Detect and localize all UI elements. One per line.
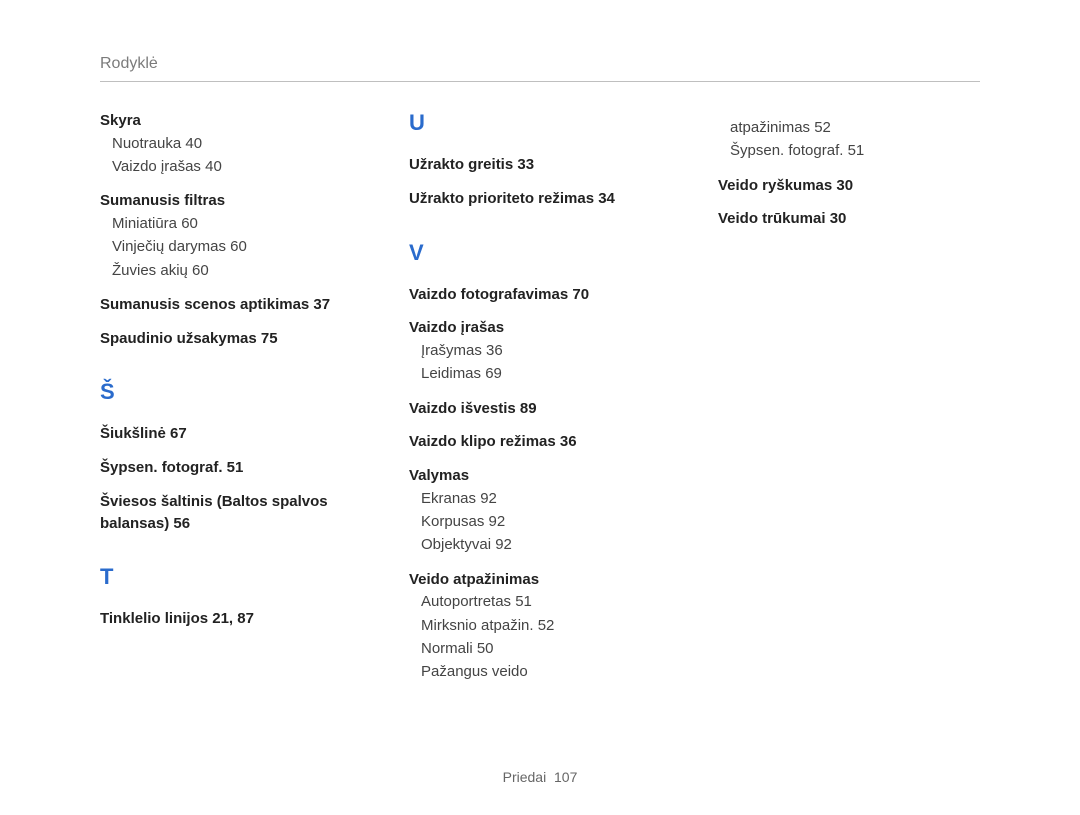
- entry-tinklelio: Tinklelio linijos 21, 87: [100, 608, 355, 630]
- entry-veido-ryskumas: Veido ryškumas 30: [718, 175, 973, 197]
- entry-vaizdo-isvestis: Vaizdo išvestis 89: [409, 398, 664, 420]
- section-letter-t: T: [100, 564, 355, 590]
- section-letter-v: V: [409, 240, 664, 266]
- index-columns: Skyra Nuotrauka 40 Vaizdo įrašas 40 Suma…: [100, 110, 980, 695]
- entry-head: Užrakto prioriteto režimas 34: [409, 188, 664, 210]
- entry-sub: Nuotrauka 40: [112, 132, 355, 155]
- entry-head: Veido ryškumas 30: [718, 175, 973, 197]
- entry-sypsen: Šypsen. fotograf. 51: [100, 457, 355, 479]
- entry-sviesos: Šviesos šaltinis (Baltos spalvos balansa…: [100, 491, 355, 535]
- page-header: Rodyklė: [100, 55, 980, 82]
- entry-sub: Įrašymas 36: [421, 339, 664, 362]
- entry-siuksline: Šiukšlinė 67: [100, 423, 355, 445]
- entry-sub: Šypsen. fotograf. 51: [730, 139, 973, 162]
- entry-sub: Pažangus veido: [421, 660, 664, 683]
- entry-head: Sumanusis scenos aptikimas 37: [100, 294, 355, 316]
- column-1: Skyra Nuotrauka 40 Vaizdo įrašas 40 Suma…: [100, 110, 355, 695]
- footer-label: Priedai: [503, 769, 547, 785]
- entry-vaizdo-irasas: Vaizdo įrašas Įrašymas 36 Leidimas 69: [409, 317, 664, 385]
- entry-sub: Žuvies akių 60: [112, 259, 355, 282]
- entry-head: Šiukšlinė 67: [100, 423, 355, 445]
- entry-vaizdo-foto: Vaizdo fotografavimas 70: [409, 284, 664, 306]
- entry-head: Skyra: [100, 110, 355, 132]
- entry-skyra: Skyra Nuotrauka 40 Vaizdo įrašas 40: [100, 110, 355, 178]
- entry-sub: Mirksnio atpažin. 52: [421, 614, 664, 637]
- entry-head: Vaizdo išvestis 89: [409, 398, 664, 420]
- footer-page-number: 107: [554, 769, 577, 785]
- entry-veido-trukumai: Veido trūkumai 30: [718, 208, 973, 230]
- section-letter-s-caron: Š: [100, 379, 355, 405]
- entry-valymas: Valymas Ekranas 92 Korpusas 92 Objektyva…: [409, 465, 664, 557]
- entry-sub: Vaizdo įrašas 40: [112, 155, 355, 178]
- entry-head: Sumanusis filtras: [100, 190, 355, 212]
- entry-head: Veido trūkumai 30: [718, 208, 973, 230]
- entry-head: Vaizdo įrašas: [409, 317, 664, 339]
- column-3: atpažinimas 52 Šypsen. fotograf. 51 Veid…: [718, 110, 973, 695]
- entry-head: Veido atpažinimas: [409, 569, 664, 591]
- entry-sub: Miniatiūra 60: [112, 212, 355, 235]
- entry-head: Tinklelio linijos 21, 87: [100, 608, 355, 630]
- entry-sub: Autoportretas 51: [421, 590, 664, 613]
- entry-head: Užrakto greitis 33: [409, 154, 664, 176]
- entry-sub: Ekranas 92: [421, 487, 664, 510]
- entry-sub: Vinječių darymas 60: [112, 235, 355, 258]
- entry-head: Spaudinio užsakymas 75: [100, 328, 355, 350]
- entry-vaizdo-klipo: Vaizdo klipo režimas 36: [409, 431, 664, 453]
- entry-head: Valymas: [409, 465, 664, 487]
- page-footer: Priedai 107: [0, 769, 1080, 785]
- entry-uzrakto-prioriteto: Užrakto prioriteto režimas 34: [409, 188, 664, 210]
- entry-veido-atpazinimas: Veido atpažinimas Autoportretas 51 Mirks…: [409, 569, 664, 684]
- entry-sub: Objektyvai 92: [421, 533, 664, 556]
- entry-sumanusis-scenos: Sumanusis scenos aptikimas 37: [100, 294, 355, 316]
- entry-sub: atpažinimas 52: [730, 116, 973, 139]
- entry-sub: Leidimas 69: [421, 362, 664, 385]
- entry-uzrakto-greitis: Užrakto greitis 33: [409, 154, 664, 176]
- entry-head: Vaizdo fotografavimas 70: [409, 284, 664, 306]
- entry-sub: Normali 50: [421, 637, 664, 660]
- entry-head: Šypsen. fotograf. 51: [100, 457, 355, 479]
- entry-head: Šviesos šaltinis (Baltos spalvos balansa…: [100, 491, 355, 535]
- section-letter-u: U: [409, 110, 664, 136]
- entry-sub: Korpusas 92: [421, 510, 664, 533]
- page: Rodyklė Skyra Nuotrauka 40 Vaizdo įrašas…: [0, 0, 1080, 815]
- column-2: U Užrakto greitis 33 Užrakto prioriteto …: [409, 110, 664, 695]
- entry-head: Vaizdo klipo režimas 36: [409, 431, 664, 453]
- entry-spaudinio: Spaudinio užsakymas 75: [100, 328, 355, 350]
- entry-sumanusis-filtras: Sumanusis filtras Miniatiūra 60 Vinječių…: [100, 190, 355, 282]
